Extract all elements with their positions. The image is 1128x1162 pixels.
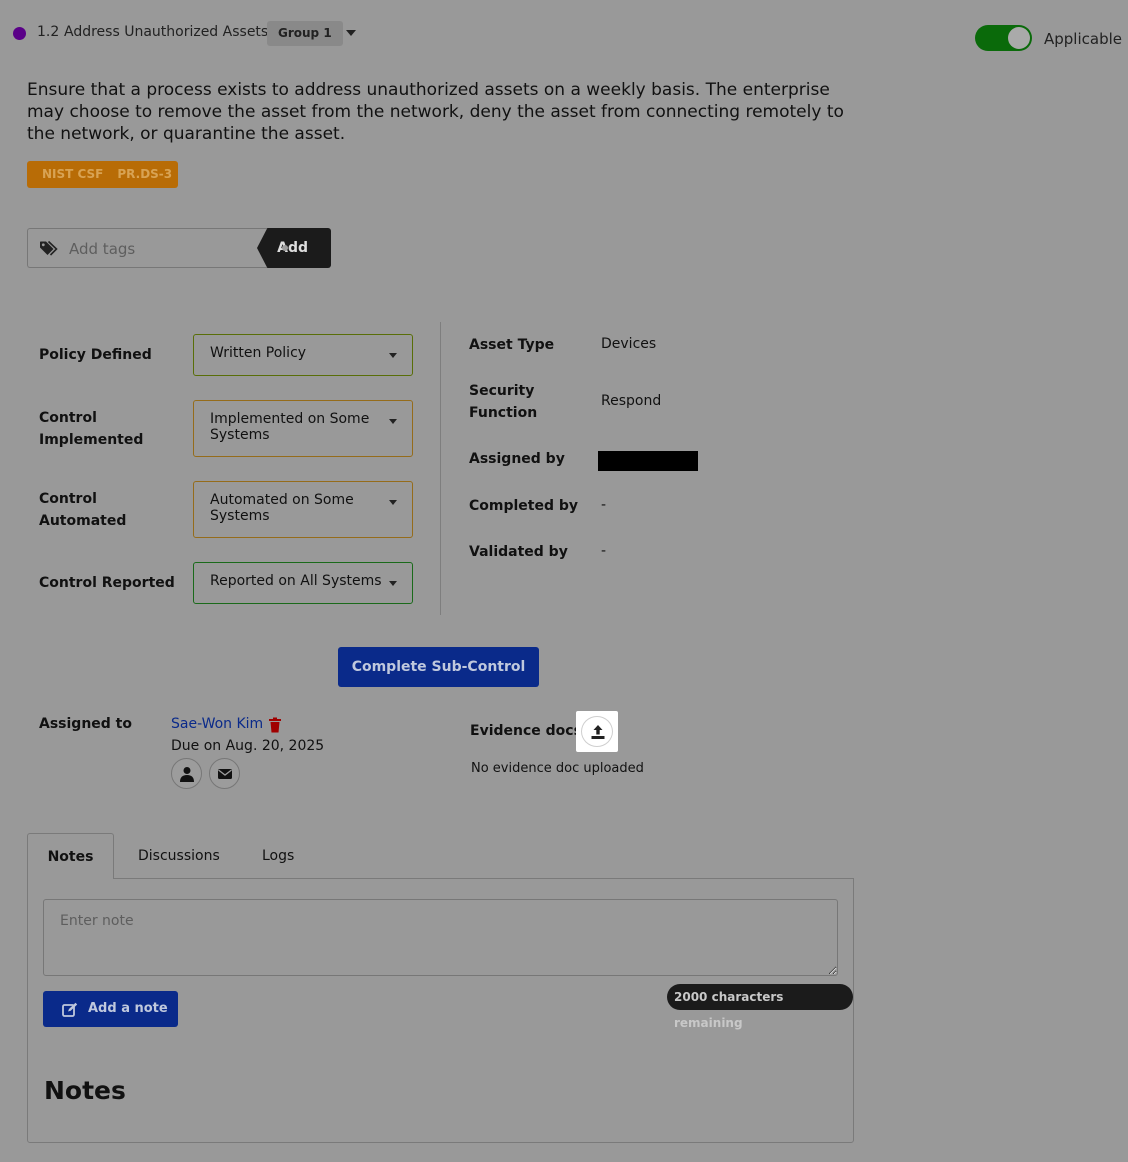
- control-description: Ensure that a process exists to address …: [27, 80, 844, 144]
- assignee-link[interactable]: Sae-Won Kim: [171, 716, 263, 732]
- reassign-user-button[interactable]: [171, 758, 202, 789]
- completed-by-label: Completed by: [469, 498, 579, 514]
- upload-evidence-button[interactable]: [576, 711, 618, 752]
- control-automated-value: Automated on Some Systems: [210, 492, 354, 524]
- completed-by-value: -: [601, 497, 607, 513]
- control-automated-label: Control Automated: [39, 491, 127, 529]
- applicable-toggle[interactable]: [975, 25, 1032, 51]
- user-icon: [180, 767, 194, 782]
- upload-icon: [591, 725, 605, 739]
- security-function-value: Respond: [601, 393, 662, 409]
- tab-notes[interactable]: Notes: [27, 833, 114, 879]
- asset-type-label: Asset Type: [469, 337, 555, 353]
- validated-by-label: Validated by: [469, 544, 568, 560]
- tags-field: Add tags Add: [27, 228, 331, 268]
- chevron-down-icon: [389, 353, 397, 358]
- control-reported-label: Control Reported: [39, 575, 175, 591]
- assigned-by-label: Assigned by: [469, 451, 565, 467]
- control-reported-select[interactable]: Reported on All Systems: [193, 562, 413, 604]
- notes-heading: Notes: [44, 1076, 126, 1105]
- control-number: 1.2: [37, 24, 60, 40]
- due-date: Due on Aug. 20, 2025: [171, 738, 325, 754]
- envelope-icon: [218, 769, 232, 779]
- notes-panel: 2000 characters remaining Add a note Not…: [27, 878, 854, 1143]
- control-header: 1.2 Address Unauthorized Assets Group 1 …: [0, 0, 1128, 66]
- control-implemented-value: Implemented on Some Systems: [210, 411, 370, 443]
- add-tag-button[interactable]: Add: [257, 228, 331, 268]
- email-assignee-button[interactable]: [209, 758, 240, 789]
- tags-placeholder: Add tags: [69, 240, 136, 258]
- characters-remaining-badge: 2000 characters remaining: [667, 984, 853, 1030]
- framework-ref: PR.DS-3: [117, 167, 173, 181]
- evidence-status: No evidence doc uploaded: [471, 761, 644, 776]
- assigned-to-label: Assigned to: [39, 716, 132, 732]
- control-automated-select[interactable]: Automated on Some Systems: [193, 481, 413, 538]
- edit-icon: [62, 1002, 78, 1017]
- control-reported-value: Reported on All Systems: [210, 573, 382, 589]
- tag-dot: [282, 245, 288, 251]
- tags-input[interactable]: Add tags: [27, 228, 267, 268]
- framework-name: NIST CSF: [42, 167, 104, 181]
- chevron-down-icon: [389, 581, 397, 586]
- column-divider: [440, 322, 441, 615]
- upload-circle: [581, 716, 613, 747]
- tags-icon: [40, 240, 58, 256]
- redacted-block: [598, 451, 698, 471]
- add-note-label: Add a note: [88, 1001, 168, 1016]
- framework-badge: NIST CSF PR.DS-3: [27, 161, 178, 188]
- tab-logs[interactable]: Logs: [262, 833, 294, 879]
- policy-defined-value: Written Policy: [210, 345, 307, 361]
- complete-sub-control-button[interactable]: Complete Sub-Control: [338, 647, 539, 687]
- control-implemented-label: Control Implemented: [39, 410, 144, 448]
- control-implemented-select[interactable]: Implemented on Some Systems: [193, 400, 413, 457]
- toggle-knob: [1008, 27, 1030, 49]
- add-note-button[interactable]: Add a note: [43, 991, 178, 1027]
- evidence-docs-label: Evidence docs: [470, 723, 582, 739]
- chevron-down-icon: [389, 419, 397, 424]
- status-dot: [13, 27, 26, 40]
- applicable-label: Applicable: [1044, 30, 1122, 48]
- chevron-down-icon[interactable]: [346, 30, 356, 36]
- validated-by-value: -: [601, 543, 607, 559]
- trash-icon[interactable]: [268, 717, 282, 733]
- policy-defined-label: Policy Defined: [39, 347, 152, 363]
- asset-type-value: Devices: [601, 336, 657, 352]
- chevron-down-icon: [389, 500, 397, 505]
- group-badge: Group 1: [267, 21, 343, 46]
- tab-discussions[interactable]: Discussions: [138, 833, 220, 879]
- note-input[interactable]: [43, 899, 838, 976]
- security-function-label: Security Function: [469, 383, 538, 421]
- policy-defined-select[interactable]: Written Policy: [193, 334, 413, 376]
- control-title: Address Unauthorized Assets: [64, 24, 269, 40]
